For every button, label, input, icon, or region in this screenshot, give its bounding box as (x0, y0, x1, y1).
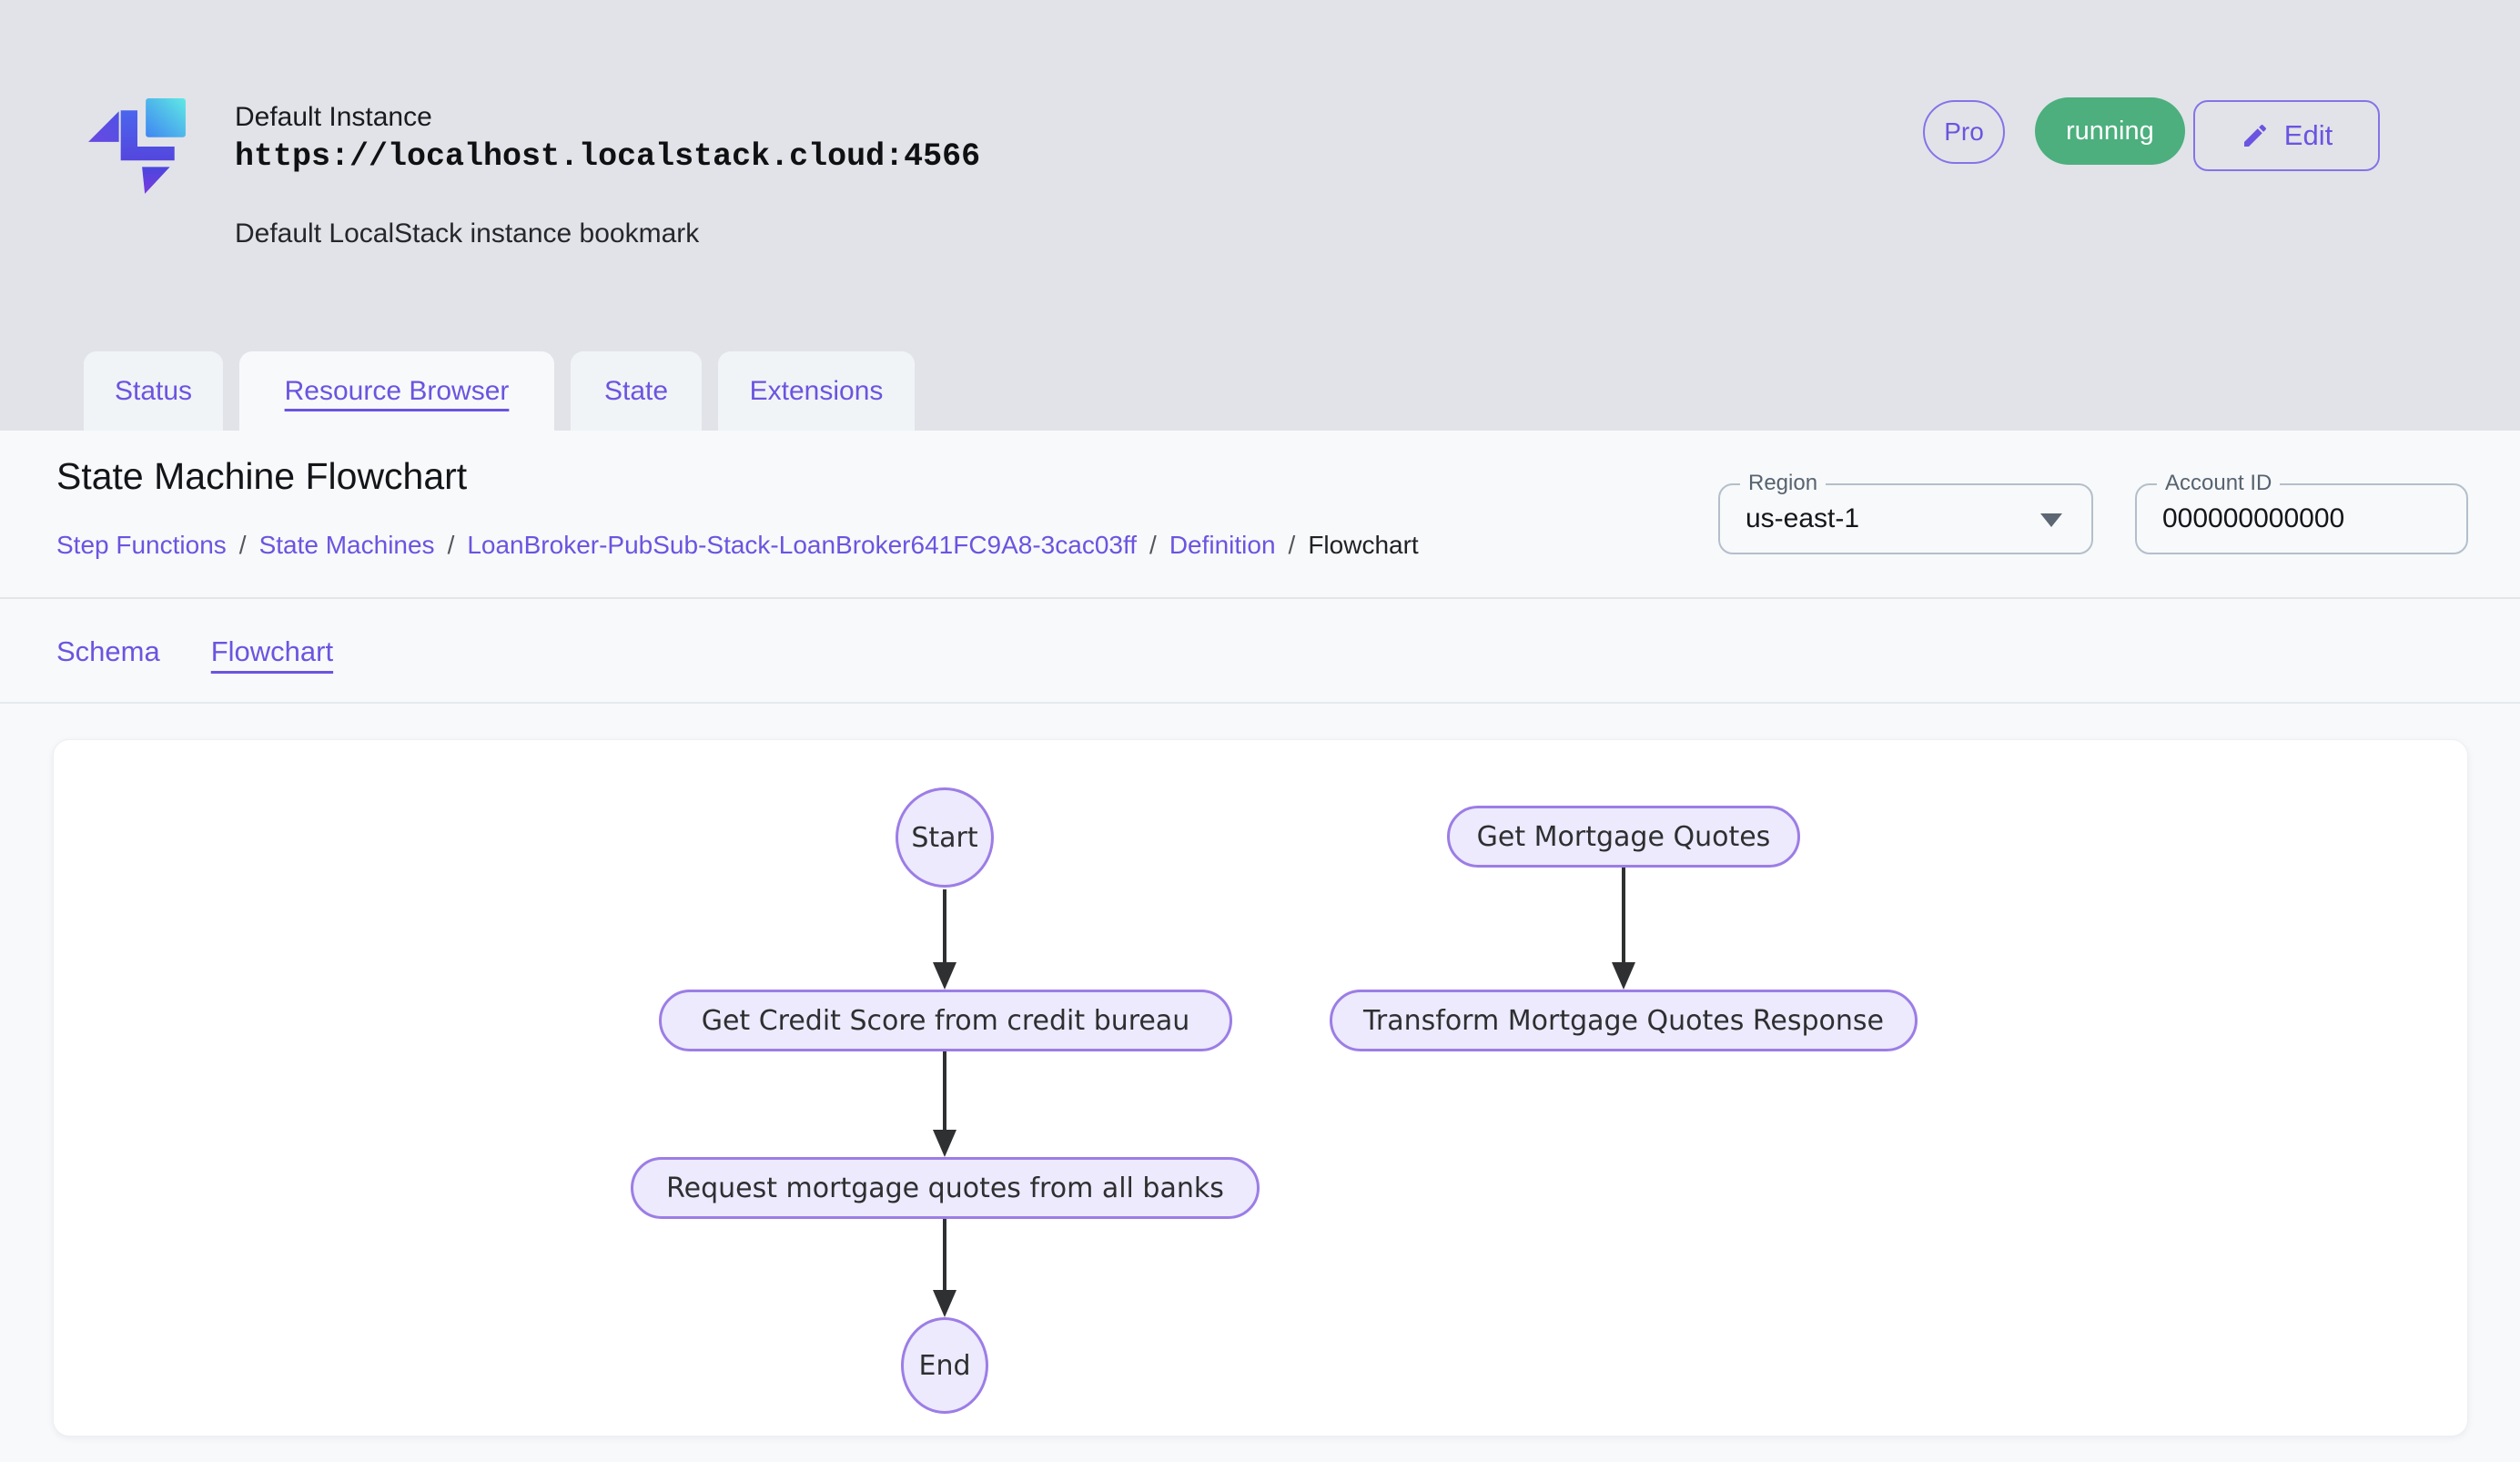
chevron-down-icon (2040, 513, 2062, 527)
pencil-icon (2241, 121, 2270, 150)
arrowhead-icon (933, 1290, 956, 1317)
flow-node-end: End (901, 1317, 988, 1414)
flow-node-get-credit-score-label: Get Credit Score from credit bureau (702, 1005, 1190, 1037)
localstack-logo (86, 98, 188, 200)
tab-resource-browser[interactable]: Resource Browser (239, 351, 554, 431)
main-tab-bar: Status Resource Browser State Extensions (84, 351, 915, 431)
breadcrumb-separator: / (239, 531, 247, 560)
tab-extensions[interactable]: Extensions (718, 351, 915, 431)
breadcrumb-separator: / (448, 531, 455, 560)
definition-subtab-bar: Schema Flowchart (56, 635, 333, 668)
region-select[interactable]: Region us-east-1 (1718, 483, 2093, 554)
breadcrumb-step-functions[interactable]: Step Functions (56, 531, 227, 560)
region-select-value: us-east-1 (1746, 503, 1859, 534)
breadcrumb: Step Functions / State Machines / LoanBr… (56, 531, 1419, 560)
arrowhead-icon (933, 962, 956, 990)
flow-node-request-quotes: Request mortgage quotes from all banks (631, 1157, 1260, 1219)
breadcrumb-separator: / (1149, 531, 1157, 560)
instance-url: https://localhost.localstack.cloud:4566 (235, 138, 980, 175)
tab-state[interactable]: State (571, 351, 702, 431)
region-select-label: Region (1740, 471, 1826, 496)
breadcrumb-flowchart: Flowchart (1308, 531, 1418, 560)
subtab-schema[interactable]: Schema (56, 635, 160, 668)
localstack-app: Default Instance https://localhost.local… (0, 0, 2520, 1462)
tab-state-label: State (604, 376, 668, 407)
breadcrumb-state-machine-name[interactable]: LoanBroker-PubSub-Stack-LoanBroker641FC9… (467, 531, 1137, 560)
tab-status[interactable]: Status (84, 351, 223, 431)
edit-button-label: Edit (2284, 119, 2333, 152)
arrowhead-icon (933, 1130, 956, 1157)
header-divider (0, 597, 2520, 599)
flow-node-get-credit-score: Get Credit Score from credit bureau (659, 990, 1232, 1051)
breadcrumb-definition[interactable]: Definition (1169, 531, 1276, 560)
instance-description: Default LocalStack instance bookmark (235, 218, 699, 249)
flowchart-canvas: Start Get Credit Score from credit burea… (53, 739, 2468, 1437)
page-title: State Machine Flowchart (56, 455, 467, 498)
status-badge: running (2035, 97, 2185, 165)
arrowhead-icon (1612, 962, 1635, 990)
breadcrumb-separator: / (1289, 531, 1296, 560)
pro-badge: Pro (1923, 100, 2005, 164)
edge-start-to-credit (943, 889, 946, 962)
instance-name: Default Instance (235, 102, 432, 133)
tab-resource-browser-label: Resource Browser (285, 376, 510, 407)
pro-badge-label: Pro (1944, 117, 1984, 147)
edge-request-to-end (943, 1219, 946, 1290)
breadcrumb-state-machines[interactable]: State Machines (259, 531, 435, 560)
account-id-field: Account ID (2135, 483, 2468, 554)
flow-node-start-label: Start (911, 822, 977, 854)
subtab-divider (0, 702, 2520, 704)
tab-status-label: Status (115, 376, 192, 407)
flow-node-transform-response: Transform Mortgage Quotes Response (1330, 990, 1918, 1051)
flow-node-transform-response-label: Transform Mortgage Quotes Response (1363, 1005, 1884, 1037)
flow-node-request-quotes-label: Request mortgage quotes from all banks (666, 1173, 1224, 1204)
edge-mortgage-to-transform (1622, 868, 1625, 962)
flow-node-end-label: End (918, 1350, 970, 1382)
account-id-input[interactable] (2162, 485, 2444, 553)
flow-node-get-mortgage-quotes: Get Mortgage Quotes (1447, 806, 1800, 868)
status-badge-label: running (2066, 117, 2154, 147)
subtab-flowchart[interactable]: Flowchart (211, 635, 333, 668)
flow-node-start: Start (896, 787, 994, 888)
tab-extensions-label: Extensions (750, 376, 884, 407)
edit-button[interactable]: Edit (2193, 100, 2380, 171)
flow-node-get-mortgage-quotes-label: Get Mortgage Quotes (1477, 821, 1771, 853)
edge-credit-to-request (943, 1051, 946, 1130)
